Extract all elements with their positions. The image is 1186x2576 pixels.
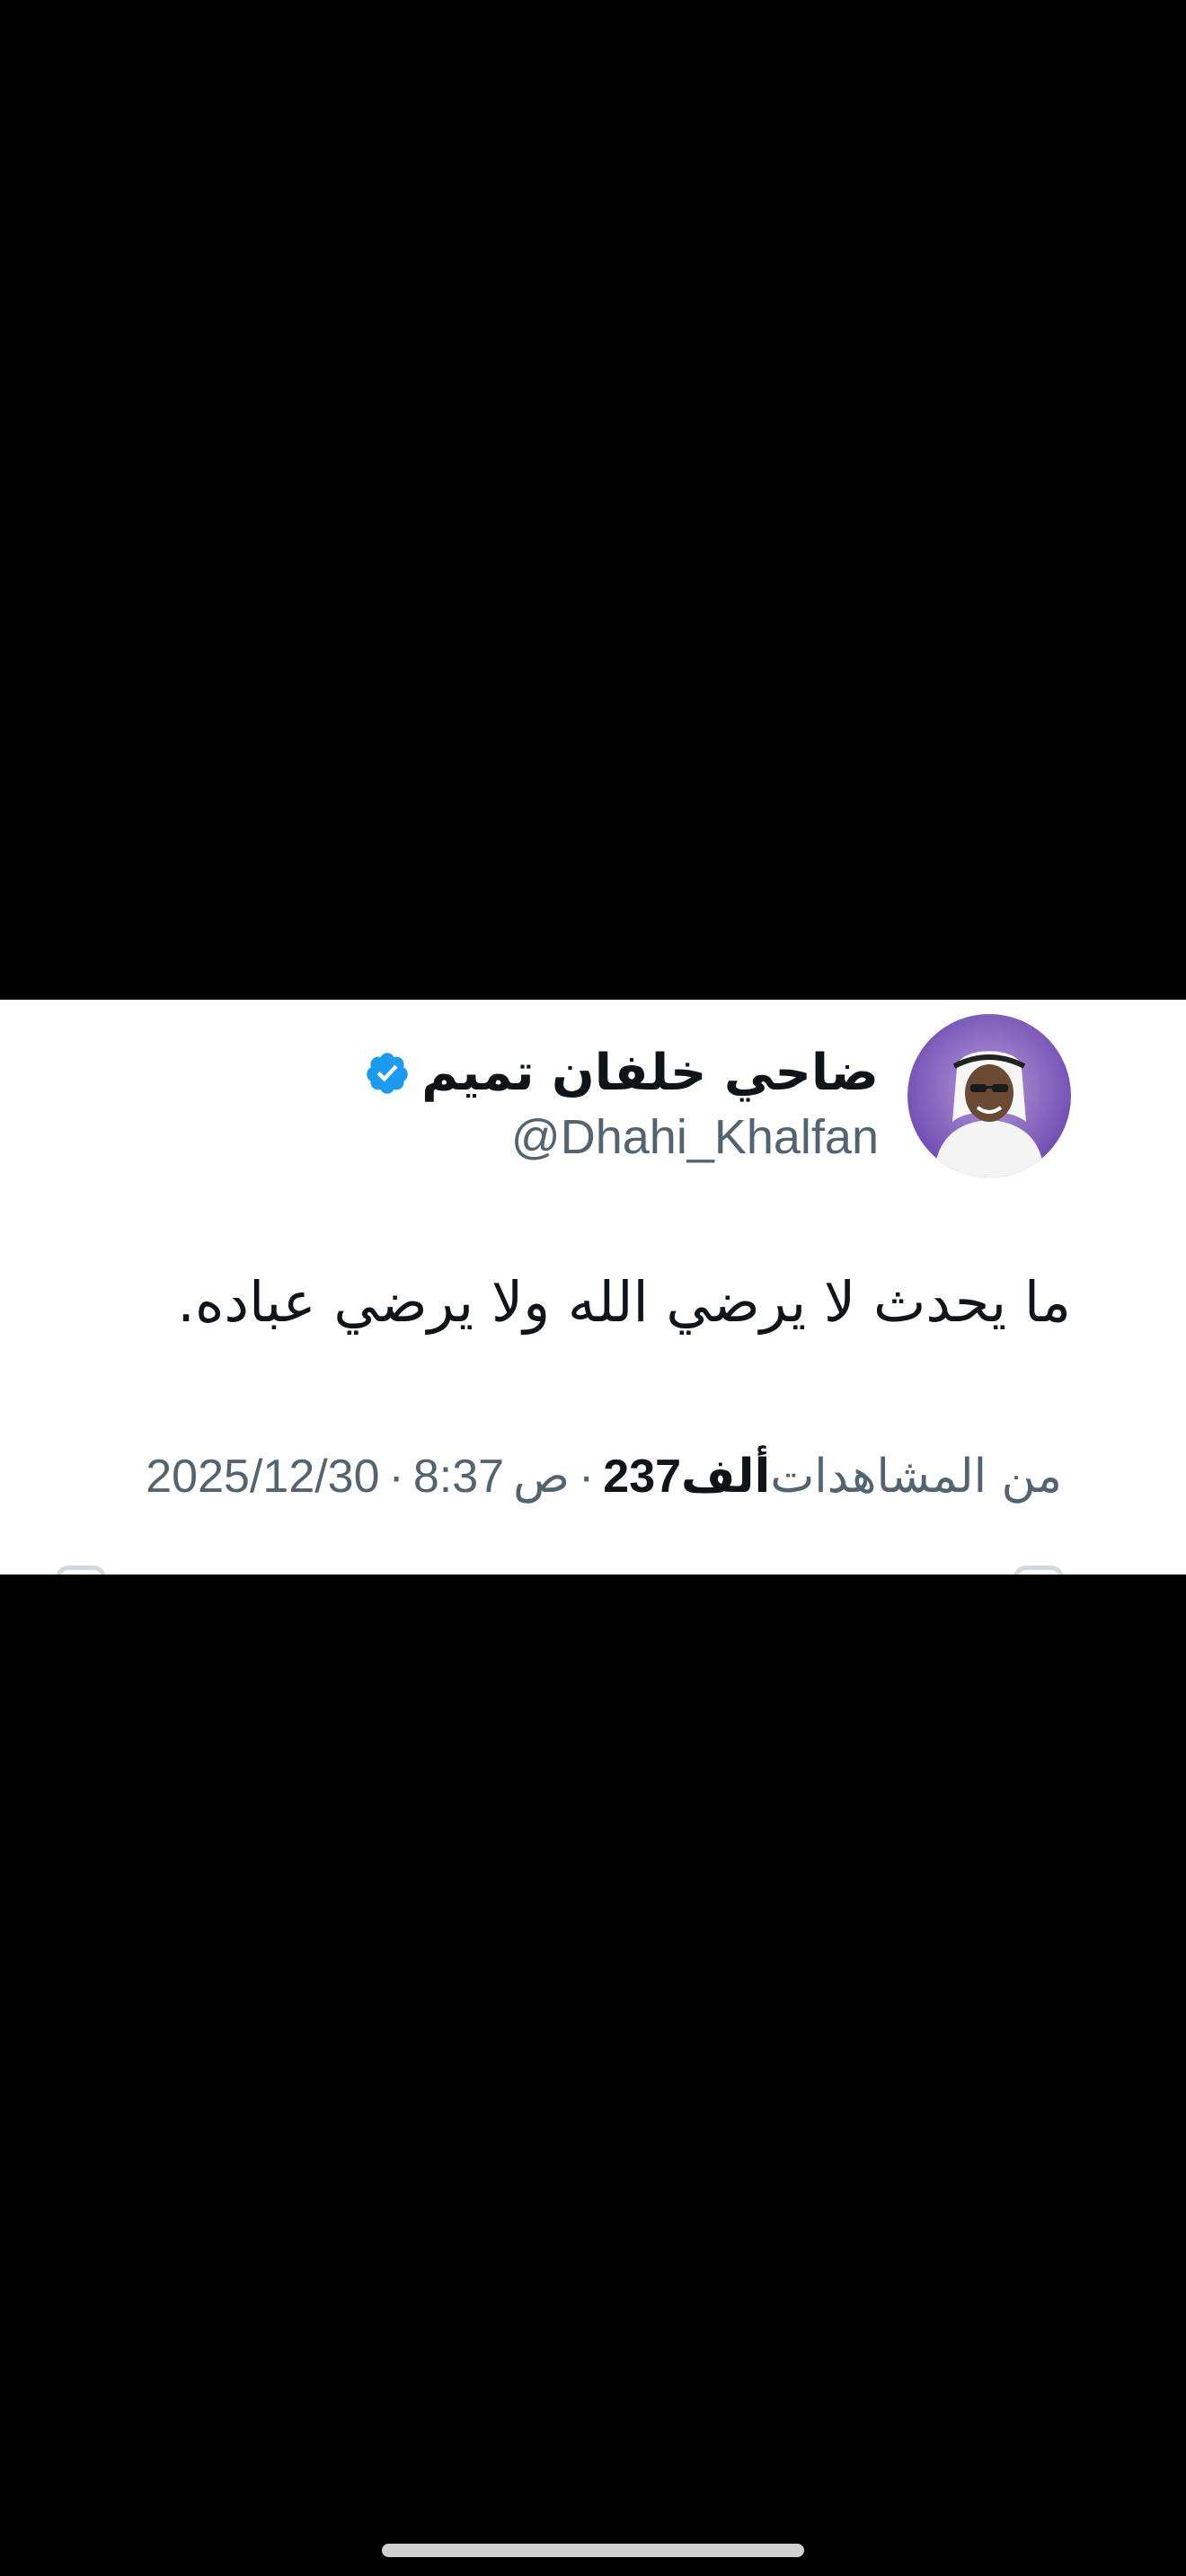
action-icon-peek [1013,1566,1064,1575]
avatar[interactable] [907,1014,1071,1178]
views-unit: ألف [681,1450,771,1504]
meta-separator: · [388,1451,404,1503]
views-label: من المشاهدات [770,1450,1062,1504]
tweet-card[interactable]: ضاحي خلفان تميم @Dhahi_Khalfan ما يحدث ل… [0,1000,1186,1575]
tweet-date[interactable]: 2025/12/30 [146,1449,379,1504]
screen: ضاحي خلفان تميم @Dhahi_Khalfan ما يحدث ل… [0,0,1186,2576]
tweet-time[interactable]: 8:37 [413,1449,504,1504]
user-handle[interactable]: @Dhahi_Khalfan [511,1110,879,1164]
display-name[interactable]: ضاحي خلفان تميم [421,1048,879,1098]
time-suffix: ص [513,1450,570,1504]
meta-separator: · [578,1451,595,1503]
tweet-text: ما يحدث لا يرضي الله ولا يرضي عباده. [177,1269,1071,1335]
verified-badge-icon [367,1053,408,1094]
views-count[interactable]: 237 [603,1449,681,1504]
action-icon-peek [56,1566,106,1575]
avatar-image [907,1014,1071,1178]
display-name-row: ضاحي خلفان تميم [364,1037,879,1109]
home-indicator[interactable] [382,2544,804,2557]
tweet-meta: 2025/12/30 · 8:37 ص · 237 ألف من المشاهد… [146,1449,1071,1504]
